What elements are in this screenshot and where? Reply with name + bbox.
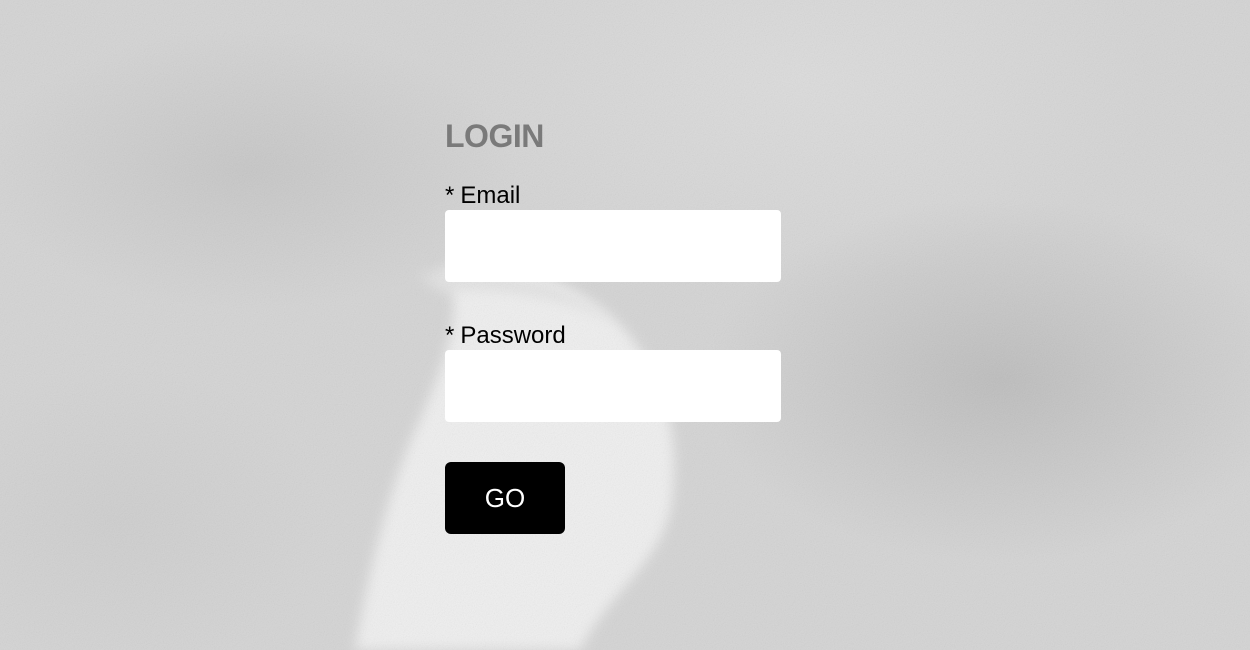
email-label: * Email (445, 182, 781, 210)
login-form: LOGIN * Email * Password GO (445, 116, 781, 534)
password-field[interactable] (445, 350, 781, 422)
required-marker: * (445, 182, 455, 209)
required-marker: * (445, 322, 455, 349)
password-label: * Password (445, 322, 781, 350)
email-label-text: Email (460, 182, 521, 209)
go-button[interactable]: GO (445, 462, 565, 534)
password-label-text: Password (460, 322, 566, 349)
login-title: LOGIN (445, 118, 544, 154)
email-field[interactable] (445, 210, 781, 282)
